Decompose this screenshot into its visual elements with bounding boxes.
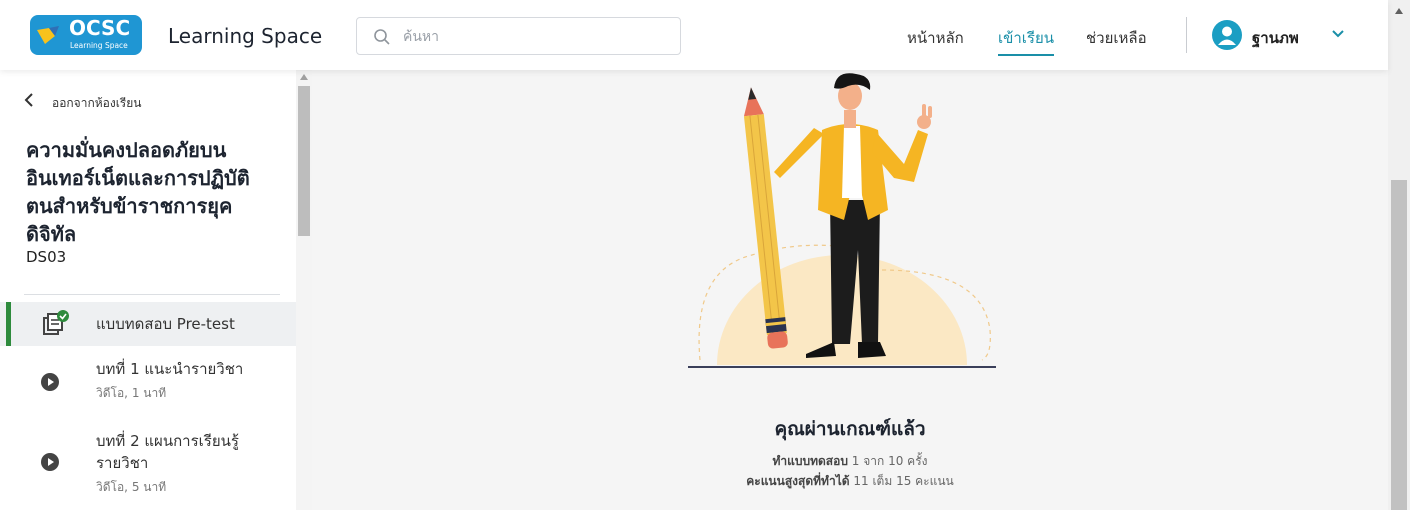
lesson-item-2[interactable]: บทที่ 2 แผนการเรียนรู้รายวิชา วิดีโอ, 5 … — [0, 426, 296, 502]
score-value: 11 เต็ม 15 คะแนน — [853, 474, 954, 488]
scroll-up-icon — [300, 74, 308, 80]
logo-text: OCSC — [69, 16, 131, 40]
nav-home[interactable]: หน้าหลัก — [907, 26, 964, 50]
search-icon — [374, 29, 390, 45]
play-icon — [41, 373, 59, 391]
score-line: คะแนนสูงสุดที่ทำได้ 11 เต็ม 15 คะแนน — [312, 472, 1388, 491]
sidebar-scrollbar[interactable] — [296, 70, 312, 510]
user-avatar[interactable] — [1212, 20, 1242, 50]
attempt-value: 1 จาก 10 ครั้ง — [851, 454, 928, 468]
course-title: ความมั่นคงปลอดภัยบนอินเทอร์เน็ตและการปฏิ… — [26, 138, 250, 246]
sidebar-scroll-thumb[interactable] — [298, 86, 310, 236]
lesson-meta: วิดีโอ, 1 นาที — [96, 386, 167, 400]
page-scrollbar[interactable] — [1388, 0, 1410, 510]
nav-help[interactable]: ช่วยเหลือ — [1086, 26, 1147, 50]
exit-classroom-label: ออกจากห้องเรียน — [52, 96, 142, 110]
lesson-title: แบบทดสอบ Pre-test — [96, 315, 235, 333]
attempt-label: ทำแบบทดสอบ — [772, 454, 848, 468]
page-scroll-thumb[interactable] — [1391, 180, 1407, 510]
result-title: คุณผ่านเกณฑ์แล้ว — [774, 418, 926, 440]
course-sidebar: ออกจากห้องเรียน ความมั่นคงปลอดภัยบนอินเท… — [0, 70, 296, 510]
course-code: DS03 — [26, 248, 67, 266]
search-input[interactable] — [403, 26, 663, 48]
search-box[interactable] — [356, 17, 681, 55]
user-name[interactable]: ฐานภพ — [1252, 26, 1299, 50]
logo-subtext: Learning Space — [70, 41, 128, 50]
score-label: คะแนนสูงสุดที่ทำได้ — [746, 474, 850, 488]
lesson-item-pretest[interactable]: แบบทดสอบ Pre-test — [0, 302, 296, 346]
lesson-item-1[interactable]: บทที่ 1 แนะนำรายวิชา วิดีโอ, 1 นาที — [0, 354, 296, 404]
lesson-title: บทที่ 1 แนะนำรายวิชา — [96, 360, 244, 378]
active-indicator — [6, 302, 11, 346]
main-content: คุณผ่านเกณฑ์แล้ว ทำแบบทดสอบ 1 จาก 10 ครั… — [312, 70, 1388, 510]
sidebar-divider — [24, 294, 280, 295]
ocsc-logo[interactable]: OCSC Learning Space — [30, 15, 142, 55]
play-icon — [41, 453, 59, 471]
app-title: Learning Space — [168, 24, 323, 48]
scroll-up-icon — [1395, 8, 1403, 14]
lesson-title: บทที่ 2 แผนการเรียนรู้รายวิชา — [96, 432, 239, 472]
logo-mark-icon — [37, 26, 59, 44]
chevron-left-icon — [24, 93, 33, 107]
user-icon — [1218, 26, 1236, 45]
nav-enter-class[interactable]: เข้าเรียน — [998, 26, 1055, 56]
lesson-meta: วิดีโอ, 5 นาที — [96, 480, 167, 494]
quiz-check-icon — [43, 310, 69, 335]
chevron-down-icon[interactable] — [1330, 28, 1346, 40]
top-header: OCSC Learning Space Learning Space หน้าห… — [0, 0, 1388, 70]
passed-illustration — [688, 73, 996, 368]
attempt-line: ทำแบบทดสอบ 1 จาก 10 ครั้ง — [312, 452, 1388, 471]
header-divider — [1186, 17, 1187, 53]
